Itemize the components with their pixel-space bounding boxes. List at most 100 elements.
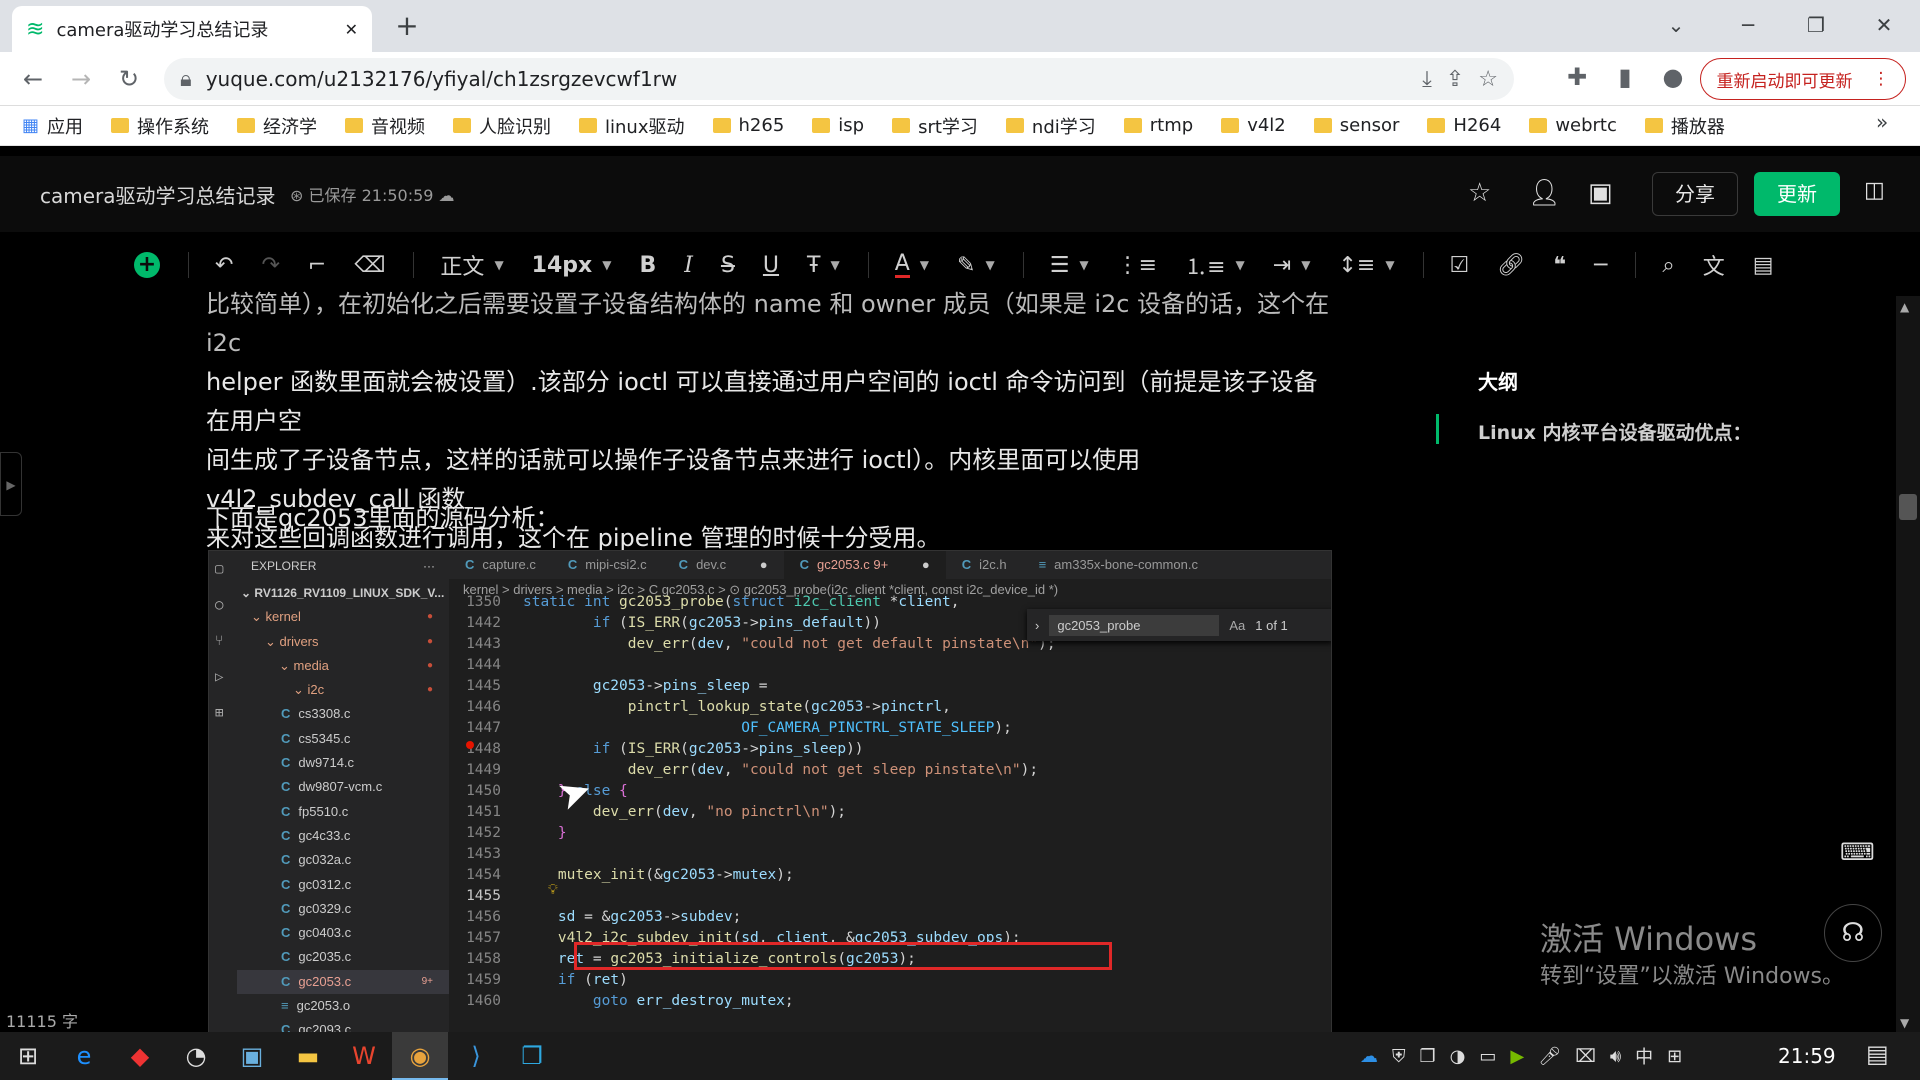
find-replace-icon[interactable]: ⌕ [1662,253,1674,278]
bookmark-item[interactable]: linux驱动 [579,113,685,139]
present-icon[interactable]: ▣ [1588,178,1613,208]
side-panel-icon[interactable]: ▮ [1608,60,1642,94]
microphone-icon[interactable]: 🎤︎ [1538,1046,1561,1067]
favorite-star-icon[interactable]: ☆ [1468,178,1491,208]
clear-format-icon[interactable]: ⌫ [354,253,385,278]
insert-add-icon[interactable]: + [134,252,160,278]
more-menu-icon[interactable]: ⋮ [1873,69,1890,89]
network-icon[interactable]: ⌧ [1575,1046,1596,1067]
help-assistant-icon[interactable]: ☊ [1824,904,1882,962]
profile-icon[interactable]: ● [1656,60,1690,94]
security-icon[interactable]: ⛨ [1392,1046,1406,1067]
bookmark-item[interactable]: ▦ 应用 [22,113,83,139]
underline-button[interactable]: U [763,253,779,278]
text-effects-button[interactable]: Ŧ ▼ [807,253,840,278]
link-icon[interactable]: 🔗︎ [1497,253,1525,278]
task-list-icon[interactable]: ☑ [1450,253,1470,278]
keyboard-shortcuts-icon[interactable]: ⌨ [1840,838,1875,866]
bookmark-item[interactable]: sensor [1313,115,1399,136]
document-icon[interactable]: ▤ [1753,253,1774,278]
highlight-button[interactable]: ✎ ▼ [957,253,995,278]
app-window-icon[interactable]: ❐ [504,1032,560,1080]
bookmark-item[interactable]: 操作系统 [111,113,209,139]
collaborator-icon[interactable]: 👤︎ [1528,178,1561,208]
browser-tab[interactable]: ≋ camera驱动学习总结记录 ✕ [12,6,372,52]
share-page-icon[interactable]: ⇪ [1446,67,1464,92]
install-icon[interactable]: ⤓ [1422,67,1432,92]
nvidia-icon[interactable]: ▶ [1510,1046,1524,1067]
bookmark-item[interactable]: srt学习 [892,113,978,139]
reload-icon[interactable]: ↻ [112,62,146,96]
bookmarks-more-icon[interactable]: » [1876,110,1888,134]
share-button[interactable]: 分享 [1652,172,1738,216]
extensions-icon[interactable]: ✚ [1560,60,1594,94]
bookmark-item[interactable]: 人脸识别 [453,113,551,139]
bookmark-item[interactable]: 播放器 [1644,113,1725,139]
bookmark-star-icon[interactable]: ☆ [1478,67,1498,92]
tab-close-icon[interactable]: ✕ [345,20,358,39]
app-tray-icon[interactable]: ◑ [1450,1046,1466,1067]
scrollbar-thumb[interactable] [1899,494,1917,520]
back-icon[interactable]: ← [16,62,50,96]
minimize-icon[interactable]: ─ [1726,8,1770,42]
chrome-icon[interactable]: ◉ [392,1032,448,1080]
update-button[interactable]: 更新 [1754,172,1840,216]
tab-search-icon[interactable]: ⌄ [1654,8,1698,42]
italic-button[interactable]: I [684,253,693,278]
restart-update-button[interactable]: 重新启动即可更新 ⋮ [1700,58,1906,100]
bookmark-item[interactable]: webrtc [1529,115,1617,136]
bookmark-item[interactable]: H264 [1427,115,1501,136]
forward-icon[interactable]: → [64,62,98,96]
volume-icon[interactable]: 🔊︎ [1610,1046,1621,1067]
ie-icon[interactable]: e [56,1032,112,1080]
clock[interactable]: 21:59 [1778,1044,1836,1068]
app-red-icon[interactable]: ◆ [112,1032,168,1080]
ime-indicator[interactable]: 中 [1635,1043,1653,1069]
file-explorer-icon[interactable]: ▬ [280,1032,336,1080]
bookmark-item[interactable]: 经济学 [237,113,317,139]
scroll-down-icon[interactable]: ▼ [1900,1016,1909,1030]
horizontal-rule-icon[interactable]: ─ [1594,253,1607,278]
ordered-list-button[interactable]: ⒈≡ ▼ [1185,249,1245,281]
close-window-icon[interactable]: ✕ [1862,8,1906,42]
font-size-select[interactable]: 14px ▼ [532,253,612,278]
bold-button[interactable]: B [639,253,656,278]
notification-icon[interactable]: ▤ [1866,1040,1889,1068]
app-image-icon[interactable]: ▣ [224,1032,280,1080]
align-button[interactable]: ☰ ▼ [1050,253,1089,278]
bookmark-item[interactable]: isp [812,115,864,136]
bookmark-item[interactable]: 音视频 [345,113,425,139]
new-tab-button[interactable]: + [390,10,424,44]
url-text[interactable]: yuque.com/u2132176/yfiyal/ch1zsrgzevcwf1… [206,67,1408,91]
restore-icon[interactable]: ❐ [1794,8,1838,42]
onedrive-icon[interactable]: ☁ [1360,1046,1378,1067]
sidebar-expand-handle[interactable]: ▶ [0,452,22,516]
quote-icon[interactable]: ❝ [1553,253,1566,278]
font-color-button[interactable]: A ▼ [894,252,929,278]
scrollbar[interactable] [1896,296,1920,1032]
bookmark-item[interactable]: ndi学习 [1005,113,1096,139]
undo-icon[interactable]: ↶ [215,253,233,278]
start-icon[interactable]: ⊞ [0,1032,56,1080]
copy-icon[interactable]: ❐ [1420,1046,1436,1067]
translate-icon[interactable]: 文 [1703,249,1725,281]
lock-icon[interactable]: 🔒︎ [180,67,192,92]
redo-icon[interactable]: ↷ [261,253,279,278]
format-painter-icon[interactable]: ⌐ [308,253,326,278]
indent-button[interactable]: ⇥ ▼ [1273,253,1311,278]
display-icon[interactable]: ▭ [1479,1046,1496,1067]
ime-grid-icon[interactable]: ⊞ [1667,1046,1682,1067]
outline-item[interactable]: Linux 内核平台设备驱动优点： [1478,418,1752,445]
app-circle-icon[interactable]: ◔ [168,1032,224,1080]
scroll-up-icon[interactable]: ▲ [1900,300,1909,314]
bullet-list-icon[interactable]: ⋮≡ [1117,253,1157,278]
doc-title[interactable]: camera驱动学习总结记录 [40,180,276,209]
layout-toggle-icon[interactable]: ◫ [1864,178,1885,203]
paragraph-style-select[interactable]: 正文 ▼ [440,249,503,281]
bookmark-item[interactable]: h265 [712,115,784,136]
vscode-icon[interactable]: ⟩ [448,1032,504,1080]
wps-icon[interactable]: W [336,1032,392,1080]
line-height-button[interactable]: ↕≡ ▼ [1338,253,1394,278]
omnibox[interactable]: 🔒︎ yuque.com/u2132176/yfiyal/ch1zsrgzevc… [164,58,1514,100]
bookmark-item[interactable]: rtmp [1123,115,1193,136]
